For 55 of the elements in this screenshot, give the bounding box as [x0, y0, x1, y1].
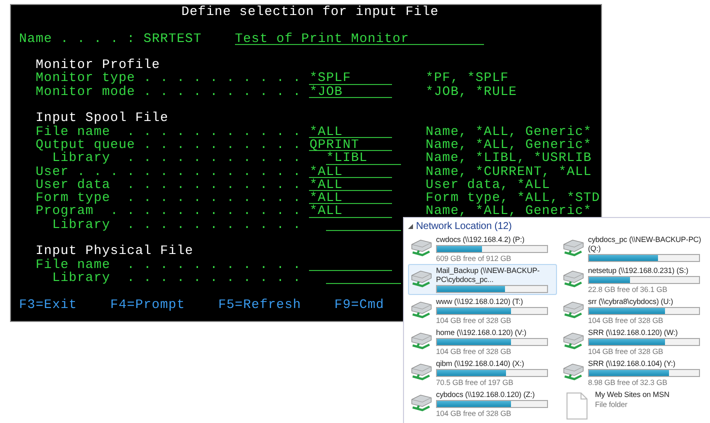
field-hint: Name, *LIBL, *USRLIB — [426, 151, 592, 165]
group-header: Network Location (12) — [416, 220, 512, 232]
screen-title: Define selection for input File — [181, 4, 439, 19]
document-icon — [566, 392, 588, 420]
field-hint: Name, *ALL, Generic* — [426, 204, 592, 218]
network-drive-icon — [562, 300, 585, 320]
field-hint: Name, *ALL, Generic* — [426, 138, 592, 152]
collapse-triangle-icon[interactable] — [408, 224, 413, 228]
field-hint: Form type, *ALL, *STD — [426, 191, 600, 204]
network-drive-icon — [562, 269, 585, 289]
field-label: Qutput queue . . . . . . . . . . — [36, 138, 302, 152]
network-drive-icon — [562, 362, 585, 382]
field-label: Monitor type . . . . . . . . . . — [36, 71, 302, 85]
field-input[interactable]: *ALL — [309, 178, 392, 192]
field-input[interactable]: *ALL — [309, 191, 392, 204]
field-label: Library . . . . . . . . . . . — [52, 218, 302, 232]
field-label: Form type . . . . . . . . . . . — [36, 191, 302, 204]
field-label: Monitor mode . . . . . . . . . . — [36, 84, 302, 98]
field-label: Library . . . . . . . . . . . — [52, 151, 302, 165]
section-heading: Input Spool File — [36, 111, 168, 125]
network-drive-icon — [410, 300, 433, 320]
field-input[interactable]: *SPLF — [309, 71, 392, 85]
network-drive-icon — [410, 331, 433, 351]
field-hint: *PF, *SPLF — [426, 71, 509, 85]
network-drive-icon — [410, 238, 433, 258]
field-label: User . . . . . . . . . . . . . . — [36, 164, 302, 178]
network-drive-icon — [410, 269, 433, 289]
field-label: File name . . . . . . . . . . . — [36, 124, 302, 138]
network-drive-icon — [410, 393, 433, 413]
field-hint: Name, *CURRENT, *ALL — [426, 164, 592, 178]
section-heading: Monitor Profile — [36, 58, 160, 72]
field-hint: *JOB, *RULE — [426, 84, 517, 98]
field-label: User data . . . . . . . . . . . — [36, 178, 302, 192]
name-value: SRRTEST — [144, 32, 203, 45]
field-input[interactable]: *LIBL — [326, 151, 401, 165]
network-drive-icon — [410, 362, 433, 382]
field-input[interactable]: *ALL — [309, 124, 392, 138]
field-label: Program . . . . . . . . . . . . — [36, 204, 302, 218]
network-drive-icon — [562, 331, 585, 351]
field-label: Library . . . . . . . . . . . — [52, 270, 302, 284]
field-input[interactable]: QPRINT — [309, 138, 392, 152]
function-key[interactable]: F5=Refresh — [218, 298, 302, 311]
section-heading: Input Physical File — [36, 244, 194, 258]
field-input[interactable]: *JOB — [309, 84, 392, 98]
function-key[interactable]: F3=Exit — [19, 298, 78, 311]
description-input[interactable]: Test of Print Monitor — [234, 32, 484, 45]
field-label: File name . . . . . . . . . . . — [36, 258, 302, 271]
function-key[interactable]: F4=Prompt — [110, 298, 186, 311]
field-input[interactable]: *ALL — [309, 164, 392, 178]
field-hint: User data, *ALL — [426, 178, 550, 192]
field-input[interactable]: *ALL — [309, 204, 392, 218]
field-hint: Name, *ALL, Generic* — [426, 124, 592, 138]
name-label: Name . . . . : — [19, 32, 136, 45]
function-key[interactable]: F9=Cmd — [334, 298, 384, 311]
network-drive-icon — [562, 238, 585, 258]
